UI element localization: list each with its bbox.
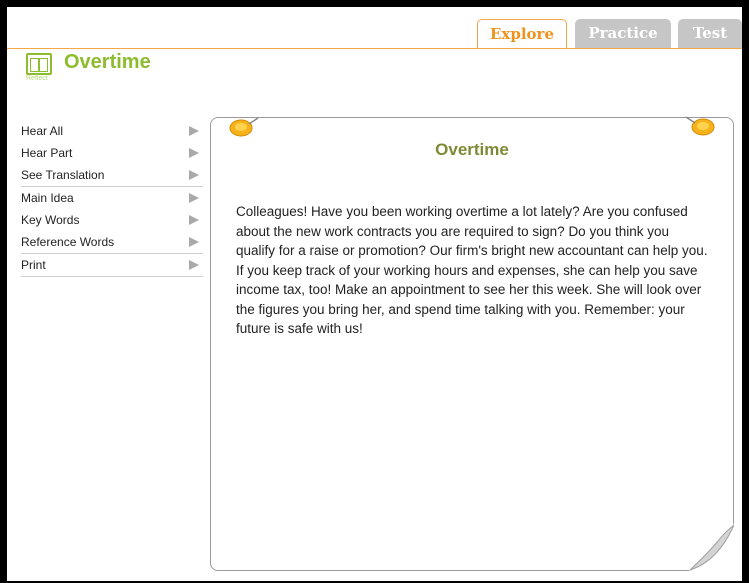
sidebar-item-label: Hear All <box>21 124 64 138</box>
sidebar-item-main-idea[interactable]: Main Idea <box>21 186 203 209</box>
play-arrow-icon <box>189 126 199 136</box>
tab-explore[interactable]: Explore <box>477 19 567 48</box>
sidebar-item-label: Main Idea <box>21 191 74 205</box>
tab-test[interactable]: Test <box>678 19 742 48</box>
card-title: Overtime <box>435 140 509 159</box>
sidebar-item-label: Reference Words <box>21 235 115 249</box>
app-frame: Explore Practice Test Reflect Overtime H… <box>7 7 742 581</box>
page-title: Overtime <box>64 51 151 73</box>
sidebar-item-label: Key Words <box>21 213 80 227</box>
play-arrow-icon <box>189 170 199 180</box>
reading-card: Overtime Colleagues! Have you been worki… <box>210 116 734 571</box>
sidebar-item-label: Print <box>21 258 46 272</box>
book-icon-label: Reflect <box>26 75 48 82</box>
sidebar-item-hear-part[interactable]: Hear Part <box>21 142 203 164</box>
pushpin-icon <box>229 117 259 137</box>
sidebar-item-reference-words[interactable]: Reference Words <box>21 231 203 253</box>
tab-divider <box>7 48 742 49</box>
sidebar-item-key-words[interactable]: Key Words <box>21 209 203 231</box>
pushpin-icon <box>685 116 715 136</box>
sidebar-item-see-translation[interactable]: See Translation <box>21 164 203 186</box>
book-icon <box>26 53 52 75</box>
sidebar: Hear All Hear Part See Translation Main … <box>21 120 203 277</box>
play-arrow-icon <box>189 215 199 225</box>
play-arrow-icon <box>189 148 199 158</box>
play-arrow-icon <box>189 237 199 247</box>
page-curl-icon <box>688 523 734 571</box>
sidebar-divider <box>21 276 203 277</box>
sidebar-item-label: Hear Part <box>21 146 73 160</box>
play-arrow-icon <box>189 193 199 203</box>
tab-practice[interactable]: Practice <box>575 19 671 48</box>
play-arrow-icon <box>189 260 199 270</box>
reading-passage: Colleagues! Have you been working overti… <box>236 204 708 336</box>
sidebar-item-print[interactable]: Print <box>21 253 203 276</box>
sidebar-item-hear-all[interactable]: Hear All <box>21 120 203 142</box>
sidebar-item-label: See Translation <box>21 168 105 182</box>
